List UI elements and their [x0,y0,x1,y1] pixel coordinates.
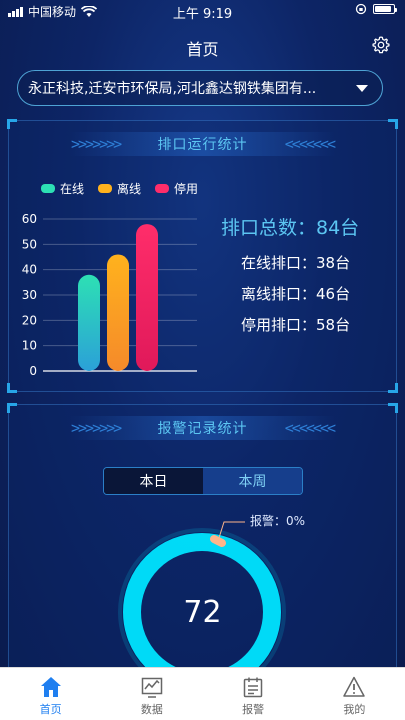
alarm-ring-label: 报警：0% [250,514,306,528]
chart-icon [141,677,163,698]
warning-icon [343,676,366,697]
y-tick-label: 0 [29,364,37,378]
online-outlets: 在线排口：38台 [241,254,351,272]
company-selector-value: 永正科技,迁安市环保局,河北鑫达钢铁集团有... [28,81,317,97]
y-tick-label: 30 [22,288,37,302]
tab-mine[interactable]: 我的 [304,668,405,720]
y-tick-label: 20 [22,313,37,327]
y-tick-label: 60 [22,212,37,226]
status-time: 上午 9:19 [172,7,233,22]
alarm-panel-title: 报警记录统计 [157,421,248,437]
chevrons-left-icon: <<<<<<< [284,419,336,437]
alarm-count: 72 [183,595,222,630]
tab-data[interactable]: 数据 [101,668,202,720]
battery-icon [373,4,397,14]
page-title: 首页 [186,40,219,59]
stopped-outlets: 停用排口：58台 [241,316,351,334]
bottom-tab-bar: 首页 数据 报警 我的 [0,667,405,720]
outlet-stats-panel: >>>>>>> 排口运行统计 <<<<<<< 在线 离线 停用 0 10 20 30 4… [7,119,398,393]
period-tabs: 本日 本周 [103,467,303,495]
caret-down-icon [356,84,368,92]
bar-offline[interactable] [107,254,129,371]
tab-alarm[interactable]: 报警 [203,668,304,720]
alarm-panel-header: >>>>>>> 报警记录统计 <<<<<<< [9,413,396,443]
chevrons-left-icon: <<<<<<< [284,135,336,153]
offline-outlets: 离线排口：46台 [241,285,351,303]
tab-home[interactable]: 首页 [0,668,101,720]
bar-online[interactable] [78,274,100,371]
company-selector[interactable]: 永正科技,迁安市环保局,河北鑫达钢铁集团有... [17,70,383,106]
gear-icon[interactable] [371,35,391,55]
navigation-bar: 首页 [0,24,405,66]
outlet-panel-title: 排口运行统计 [157,137,248,153]
y-tick-label: 10 [22,339,37,353]
y-tick-label: 50 [22,237,37,251]
status-bar: 中国移动 上午 9:19 [0,0,405,22]
chevrons-right-icon: >>>>>>> [71,419,122,437]
total-outlets: 排口总数：84台 [221,217,360,239]
calendar-icon [243,677,263,698]
y-tick-label: 40 [22,263,37,277]
chevrons-right-icon: >>>>>>> [71,135,122,153]
tab-today[interactable]: 本日 [104,468,203,494]
outlet-stats-summary: 排口总数：84台 在线排口：38台 离线排口：46台 停用排口：58台 [221,213,391,345]
bar-stopped[interactable] [136,224,158,371]
outlet-bar-chart: 0 10 20 30 40 50 60 [22,212,197,378]
rotation-lock-icon [355,3,367,15]
outlet-panel-header: >>>>>>> 排口运行统计 <<<<<<< [9,129,396,159]
alarm-ring-chart [118,521,286,667]
tab-this-week[interactable]: 本周 [203,468,302,494]
home-icon [40,677,61,697]
